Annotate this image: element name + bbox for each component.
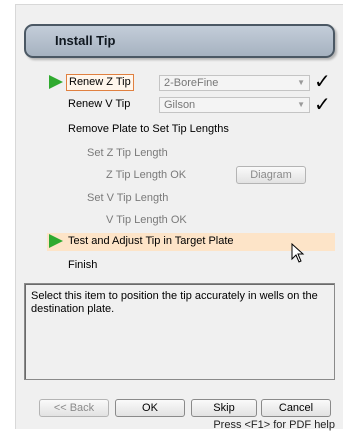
step-renew-z-tip[interactable]: Renew Z Tip <box>66 74 134 91</box>
back-button-label: << Back <box>53 402 95 414</box>
step-set-z-tip-length[interactable]: Set Z Tip Length <box>85 146 170 161</box>
skip-button-label: Skip <box>213 402 235 414</box>
z-tip-select[interactable]: 2-BoreFine ▼ <box>159 75 310 91</box>
cancel-button-label: Cancel <box>278 402 314 414</box>
mouse-pointer-icon <box>291 243 305 263</box>
step-renew-v-tip[interactable]: Renew V Tip <box>66 97 132 112</box>
checkmark-icon: ✓ <box>314 71 331 93</box>
diagram-button[interactable]: Diagram <box>236 166 306 184</box>
back-button[interactable]: << Back <box>39 399 109 417</box>
v-tip-select-value: Gilson <box>164 99 196 111</box>
wizard-header: Install Tip <box>24 24 335 58</box>
current-step-arrow-icon <box>49 75 63 89</box>
active-step-arrow-icon <box>49 234 63 248</box>
step-v-tip-length-ok[interactable]: V Tip Length OK <box>104 213 189 228</box>
diagram-button-label: Diagram <box>250 169 292 181</box>
checkmark-icon: ✓ <box>314 94 331 116</box>
chevron-down-icon: ▼ <box>297 78 305 87</box>
skip-button[interactable]: Skip <box>191 399 257 417</box>
description-text: Select this item to position the tip acc… <box>31 290 318 315</box>
description-box: Select this item to position the tip acc… <box>24 283 335 380</box>
chevron-down-icon: ▼ <box>297 100 305 109</box>
cancel-button[interactable]: Cancel <box>261 399 331 417</box>
ok-button-label: OK <box>142 402 158 414</box>
step-set-v-tip-length[interactable]: Set V Tip Length <box>85 191 170 206</box>
ok-button[interactable]: OK <box>115 399 185 417</box>
z-tip-select-value: 2-BoreFine <box>164 77 219 89</box>
v-tip-select[interactable]: Gilson ▼ <box>159 97 310 113</box>
header-title: Install Tip <box>55 33 116 48</box>
step-test-and-adjust-tip[interactable]: Test and Adjust Tip in Target Plate <box>66 234 236 249</box>
step-finish[interactable]: Finish <box>66 258 99 273</box>
step-remove-plate[interactable]: Remove Plate to Set Tip Lengths <box>66 122 231 137</box>
step-z-tip-length-ok[interactable]: Z Tip Length OK <box>104 168 188 183</box>
help-hint: Press <F1> for PDF help <box>213 419 335 431</box>
